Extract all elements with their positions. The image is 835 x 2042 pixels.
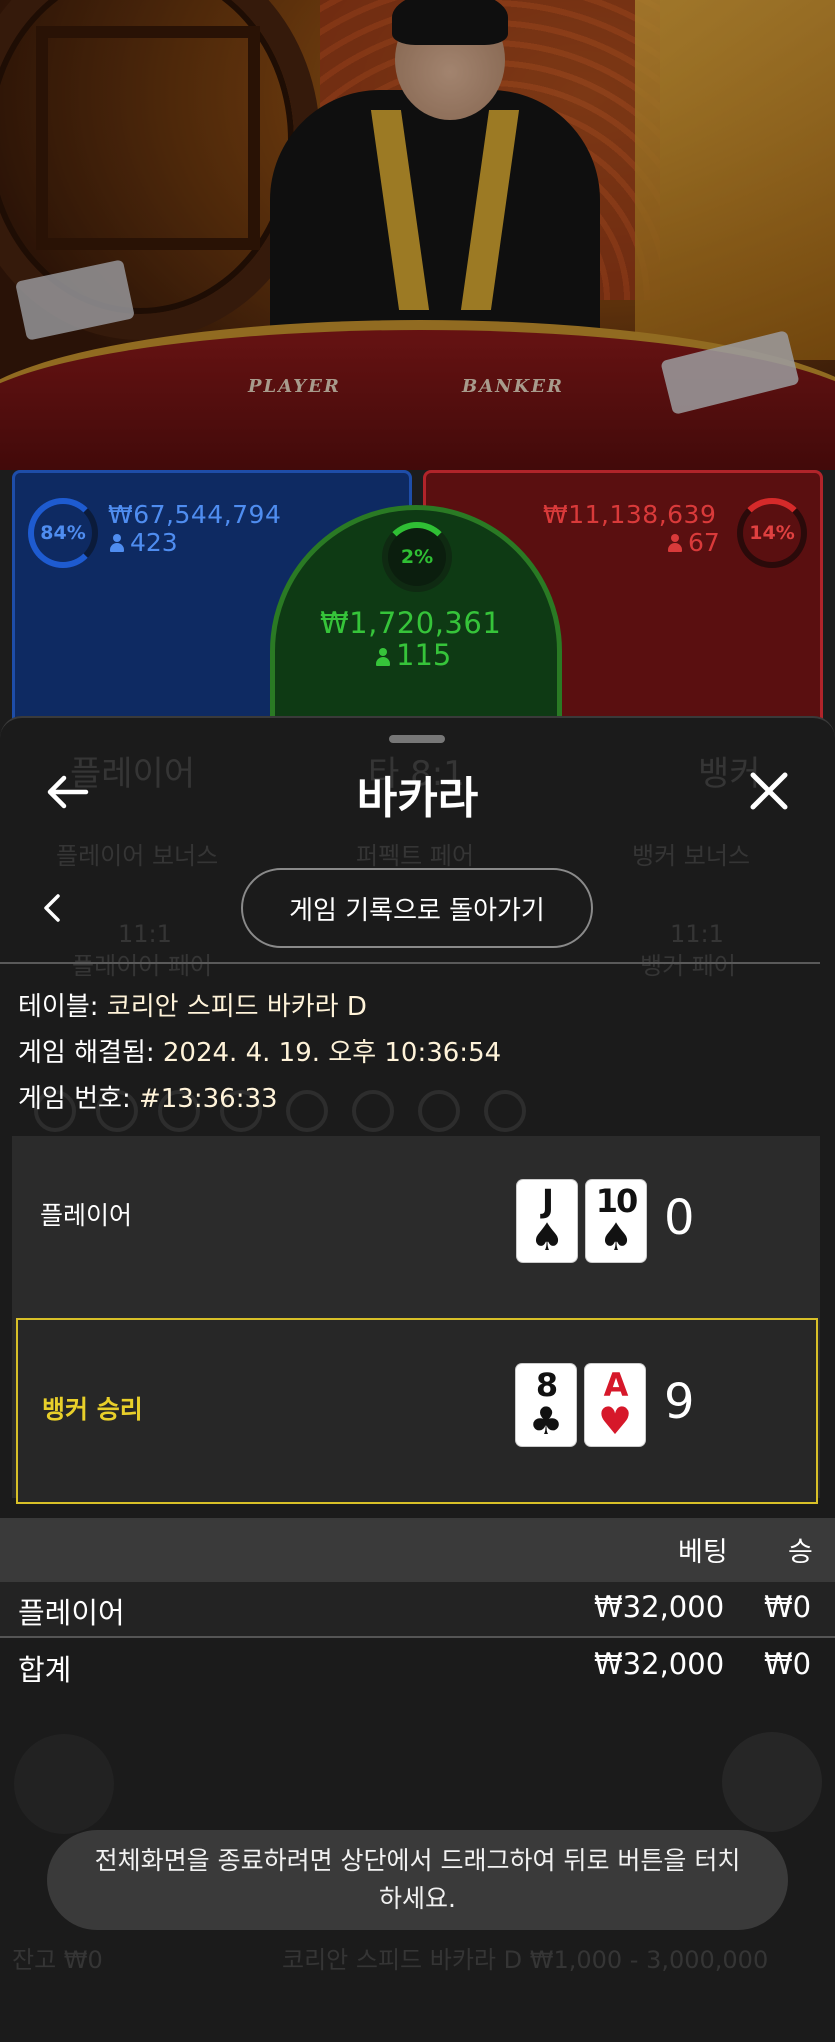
banker-bettor-count: 67 — [668, 528, 720, 557]
chevron-left-icon — [44, 894, 60, 922]
back-to-history-button[interactable]: 게임 기록으로 돌아가기 — [241, 868, 593, 948]
player-score: 0 — [664, 1190, 695, 1246]
total-row-bet: ₩32,000 — [594, 1647, 725, 1681]
total-row-name: 합계 — [18, 1653, 72, 1687]
row-name: 플레이어 — [18, 1596, 125, 1630]
sheet-title: 바카라 — [356, 773, 479, 824]
divider — [0, 962, 820, 964]
banker-score: 9 — [664, 1374, 695, 1430]
banker-percent-ring: 14% — [737, 498, 807, 568]
total-row-win: ₩0 — [764, 1647, 812, 1681]
banker-bet-amount: ₩11,138,639 — [543, 500, 717, 529]
banker-card-2: A ♥ — [585, 1364, 645, 1446]
player-bettor-count: 423 — [110, 528, 178, 557]
person-icon — [668, 534, 682, 552]
row-bet: ₩32,000 — [594, 1590, 725, 1624]
chip-stack-button[interactable] — [14, 1734, 114, 1834]
tie-bettor-count: 115 — [376, 638, 451, 672]
bet-column-header: 베팅 — [678, 1537, 728, 1568]
player-result-label: 플레이어 — [40, 1201, 133, 1230]
banker-result-label: 뱅커 승리 — [42, 1395, 143, 1424]
person-icon — [110, 534, 124, 552]
sheet-drag-handle[interactable] — [389, 735, 445, 743]
table-info: 테이블: 코리안 스피드 바카라 D — [18, 992, 367, 1022]
row-divider — [0, 1636, 835, 1638]
tie-percent-ring: 2% — [382, 522, 452, 592]
tie-bet-amount: ₩1,720,361 — [320, 606, 502, 640]
person-icon — [376, 648, 390, 666]
row-win: ₩0 — [764, 1590, 812, 1624]
player-percent-ring: 84% — [28, 498, 98, 568]
menu-button[interactable] — [722, 1732, 822, 1832]
close-button[interactable] — [742, 764, 796, 818]
win-column-header: 승 — [788, 1537, 813, 1568]
banker-card-1: 8 ♣ — [516, 1364, 576, 1446]
previous-button[interactable] — [34, 888, 70, 928]
close-icon — [750, 772, 788, 810]
player-bet-amount: ₩67,544,794 — [108, 500, 282, 529]
game-number-info: 게임 번호: #13:36:33 — [18, 1084, 278, 1114]
resolved-time-info: 게임 해결됨: 2024. 4. 19. 오후 10:36:54 — [18, 1038, 502, 1068]
live-dealer-video: PLAYER BANKER — [0, 0, 835, 470]
fullscreen-exit-toast: 전체화면을 종료하려면 상단에서 드래그하여 뒤로 버튼을 터치하세요. — [47, 1830, 788, 1930]
player-card-1: J ♠ — [517, 1180, 577, 1262]
player-card-2: 10 ♠ — [586, 1180, 646, 1262]
